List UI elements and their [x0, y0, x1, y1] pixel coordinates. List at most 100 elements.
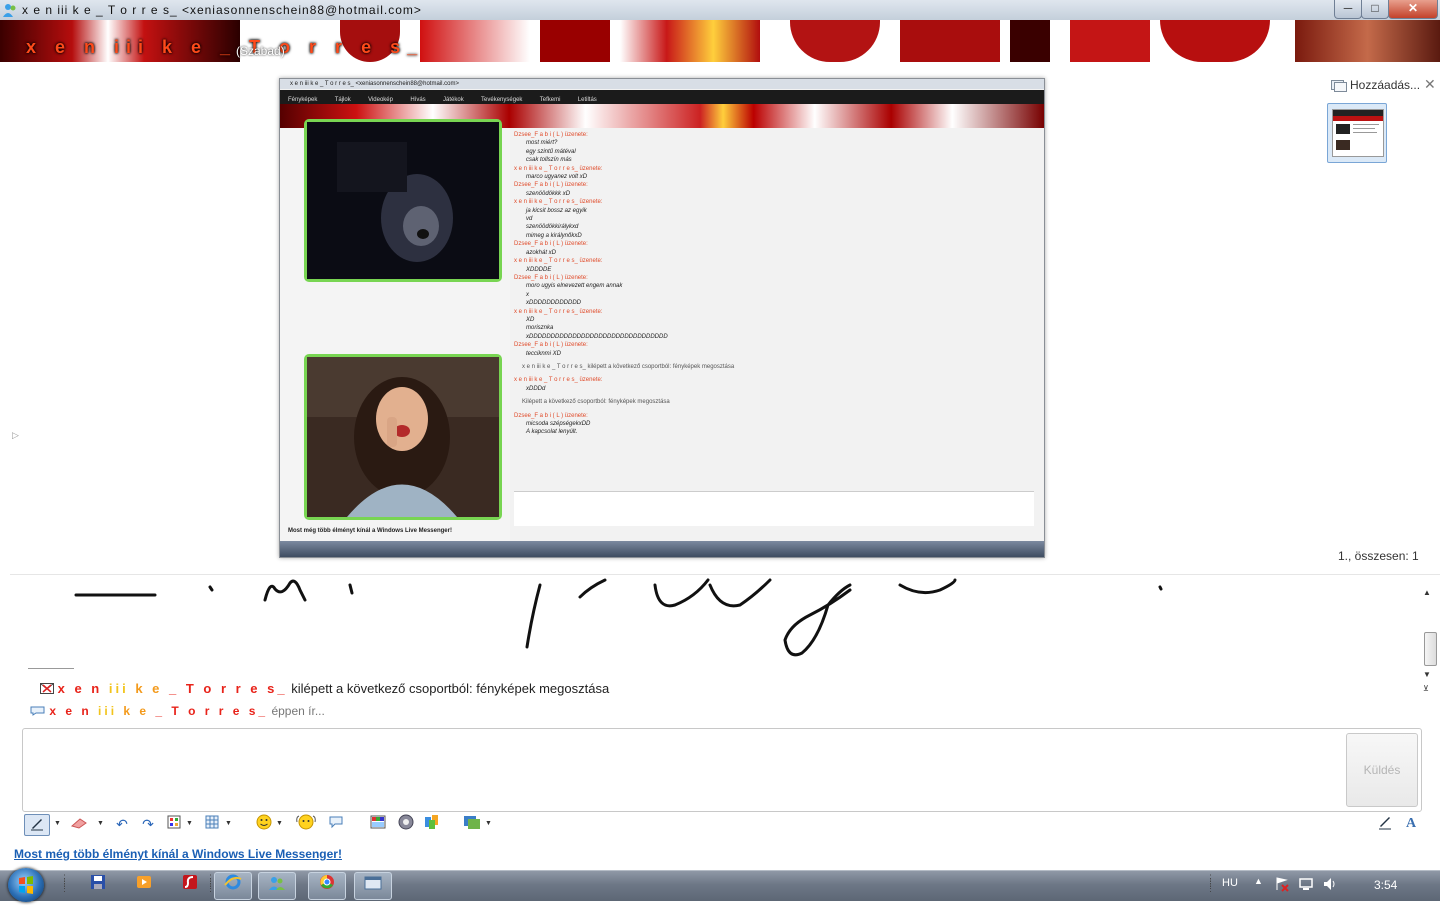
- shared-photo-title: x e n iii k e _ T o r r e s_ <xeniasonne…: [280, 79, 1044, 89]
- messenger-ad-link[interactable]: Most még több élményt kínál a Windows Li…: [14, 847, 342, 861]
- webcam-figure-dark: [307, 122, 499, 279]
- pen-dropdown-icon[interactable]: ▼: [54, 820, 61, 827]
- shared-chat-line: azokhát xD: [526, 249, 557, 256]
- shared-chat-line: szenöödökkk xD: [526, 190, 571, 197]
- voice-clip-icon[interactable]: [396, 814, 416, 834]
- add-photos-icon: [1331, 80, 1347, 92]
- minimize-button[interactable]: ─: [1334, 0, 1362, 19]
- shared-chat-line: xDDDDDDDDDDDDDDDDDDDDDDDDDDDDDDDD: [526, 333, 668, 340]
- taskbar-clock[interactable]: 3:54: [1374, 878, 1397, 892]
- shared-photo[interactable]: x e n iii k e _ T o r r e s_ <xeniasonne…: [279, 78, 1045, 558]
- eraser-dropdown-icon[interactable]: ▼: [97, 820, 104, 827]
- scroll-thumb[interactable]: [1424, 632, 1437, 666]
- share-icon[interactable]: [462, 814, 482, 834]
- status-message: x e n iii k e _ T o r r e s_ kilépett a …: [40, 681, 609, 696]
- webcam-view-top: [304, 119, 502, 282]
- language-indicator[interactable]: HU: [1222, 877, 1238, 889]
- webcam-view-bottom: [304, 354, 502, 520]
- typing-text: éppen ír...: [271, 704, 325, 718]
- shared-chat-transcript: Dzsee_F a b i ( L ) üzenete: most miért? e…: [514, 131, 1034, 437]
- message-input[interactable]: [22, 728, 1422, 812]
- taskbar-flash-icon[interactable]: [172, 872, 208, 898]
- emoticon-dropdown-icon[interactable]: ▼: [276, 820, 283, 827]
- typing-indicator: x e n iii k e _ T o r r e s_ éppen ír...: [30, 704, 325, 718]
- shared-chat-line: XD: [526, 316, 535, 323]
- handwriting-mode-icon[interactable]: [1374, 814, 1396, 834]
- close-button[interactable]: ✕: [1388, 0, 1438, 19]
- volume-icon[interactable]: [1322, 876, 1338, 895]
- emoticon-icon[interactable]: [254, 814, 274, 834]
- shared-photo-menu: Fényképek Tájlok Videokép Hívás Játékok …: [280, 90, 1044, 104]
- grid-dropdown-icon[interactable]: ▼: [225, 820, 232, 827]
- shared-chat-line: tecciknmi XD: [526, 350, 562, 357]
- shared-chat-line: Dzsee_F a b i ( L ) üzenete:: [514, 182, 588, 189]
- handwriting-ink: [74, 578, 1163, 657]
- shared-chat-line: x e n iii k e _ T o r r e s_ üzenete:: [514, 308, 603, 315]
- shared-chat-line: Dzsee_F a b i ( L ) üzenete:: [514, 241, 588, 248]
- contact-name[interactable]: x e n iii k e _ T o r r e s_: [26, 37, 424, 58]
- send-button[interactable]: Küldés: [1346, 733, 1418, 807]
- shared-chat-line: Dzsee_F a b i ( L ) üzenete:: [514, 274, 588, 281]
- photo-thumbnail[interactable]: [1327, 103, 1387, 163]
- games-icon[interactable]: [422, 814, 442, 834]
- redo-icon[interactable]: ↷: [138, 814, 158, 834]
- message-divider: [28, 668, 74, 669]
- taskbar-messenger-icon[interactable]: [258, 872, 296, 900]
- scroll-end-icon[interactable]: ⊻: [1423, 684, 1429, 693]
- taskbar-save-icon[interactable]: [80, 872, 116, 898]
- share-dropdown-icon[interactable]: ▼: [485, 820, 492, 827]
- typing-contact-name: x e n iii k e _ T o r r e s_: [49, 704, 269, 718]
- backgrounds-icon[interactable]: [368, 814, 388, 834]
- shared-chat-line: A kapcsolat lenyúlt.: [526, 429, 578, 436]
- shared-webcam-panel: [280, 119, 510, 543]
- shared-chat-line: vd: [526, 216, 533, 223]
- shared-chat-line: x: [526, 291, 529, 298]
- taskbar-chrome-icon[interactable]: [308, 872, 346, 900]
- shared-chat-line: szenöödökkirálykxd: [526, 224, 579, 231]
- windows-logo-icon: [19, 876, 33, 894]
- expand-arrow-icon[interactable]: ▷: [12, 430, 19, 441]
- tray-expand-icon[interactable]: ▲: [1254, 876, 1263, 886]
- window-title: x e n iii k e _ T o r r e s_ <xeniasonne…: [22, 3, 422, 17]
- shared-chat-line: moro ugyis elnevezett engem annak: [526, 283, 623, 290]
- shared-chat-line: x e n iii k e _ T o r r e s_ üzenete:: [514, 165, 603, 172]
- handwriting-pen-icon[interactable]: [24, 814, 50, 836]
- shared-chat-line: Dzsee_F a b i ( L ) üzenete:: [514, 412, 588, 419]
- shared-menu-item: Letiltás: [577, 97, 597, 103]
- start-button[interactable]: [8, 868, 44, 902]
- scroll-up-icon[interactable]: ▲: [1423, 588, 1431, 597]
- shared-chat-line: xDDDDDDDDDDDD: [526, 300, 581, 307]
- shared-chat-line: x e n iii k e _ T o r r e s_ üzenete:: [514, 377, 603, 384]
- shared-chat-line: XDDDDE: [526, 266, 552, 273]
- status-text: kilépett a következő csoportból: fénykép…: [291, 681, 610, 696]
- grid-icon[interactable]: [202, 814, 222, 834]
- nudge-icon[interactable]: [326, 814, 346, 834]
- shared-input-area: [514, 491, 1034, 526]
- window-title-bar[interactable]: x e n iii k e _ T o r r e s_ <xeniasonne…: [0, 0, 1440, 21]
- action-center-icon[interactable]: [1274, 876, 1290, 895]
- pen-width-icon[interactable]: [164, 814, 184, 834]
- maximize-button[interactable]: □: [1361, 0, 1389, 19]
- page-counter: 1., összesen: 1: [1338, 549, 1419, 563]
- leave-envelope-icon: [40, 683, 54, 694]
- status-contact-name[interactable]: x e n iii k e _ T o r r e s_: [58, 681, 288, 696]
- shared-chat-line: csak tollszín más: [526, 157, 572, 164]
- taskbar-explorer-icon[interactable]: [354, 872, 392, 900]
- undo-icon[interactable]: ↶: [112, 814, 132, 834]
- eraser-icon[interactable]: [68, 814, 90, 834]
- font-icon[interactable]: A: [1400, 814, 1422, 834]
- shared-menu-item: Tevékenységek: [481, 97, 523, 103]
- wink-icon[interactable]: [294, 814, 318, 834]
- color-dropdown-icon[interactable]: ▼: [186, 820, 193, 827]
- taskbar-media-icon[interactable]: [126, 872, 162, 898]
- add-photos-button[interactable]: Hozzáadás...: [1350, 78, 1420, 92]
- conversation-scrollbar[interactable]: ▲ ▼ ⊻: [1423, 588, 1437, 698]
- contact-status: (Szabad): [236, 44, 285, 58]
- shared-menu-item: Fényképek: [288, 97, 318, 103]
- messenger-icon: [3, 4, 16, 17]
- shared-chat-line: Dzsee_F a b i ( L ) üzenete:: [514, 342, 588, 349]
- close-sharing-button[interactable]: ✕: [1424, 76, 1436, 93]
- taskbar-ie-icon[interactable]: [214, 872, 252, 900]
- scroll-down-icon[interactable]: ▼: [1423, 670, 1431, 679]
- network-icon[interactable]: [1298, 876, 1314, 895]
